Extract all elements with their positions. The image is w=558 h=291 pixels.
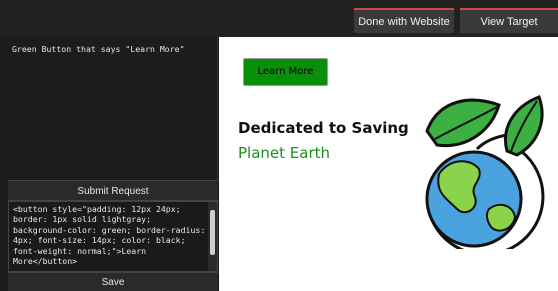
editor-panel: Green Button that says "Learn More" Subm…	[0, 37, 218, 291]
learn-more-button[interactable]: Learn More	[243, 58, 328, 86]
top-toolbar: Done with Website View Target Mockup	[0, 0, 558, 53]
code-scrollbar[interactable]	[208, 202, 217, 271]
hero-heading: Dedicated to Saving	[238, 119, 409, 137]
done-with-website-button[interactable]: Done with Website	[354, 8, 454, 33]
code-text[interactable]: <button style="padding: 12px 24px; borde…	[9, 202, 207, 266]
website-preview: Learn More Dedicated to Saving Planet Ea…	[219, 37, 558, 291]
prompt-text: Green Button that says "Learn More"	[12, 44, 185, 54]
scrollbar-thumb[interactable]	[210, 210, 215, 255]
earth-with-leaves-icon	[425, 95, 545, 249]
view-target-mockup-button[interactable]: View Target Mockup	[460, 8, 558, 53]
hero-subheading: Planet Earth	[238, 144, 331, 162]
save-button[interactable]: Save	[8, 272, 218, 291]
code-editor[interactable]: <button style="padding: 12px 24px; borde…	[8, 201, 218, 272]
submit-request-button[interactable]: Submit Request	[8, 180, 218, 201]
